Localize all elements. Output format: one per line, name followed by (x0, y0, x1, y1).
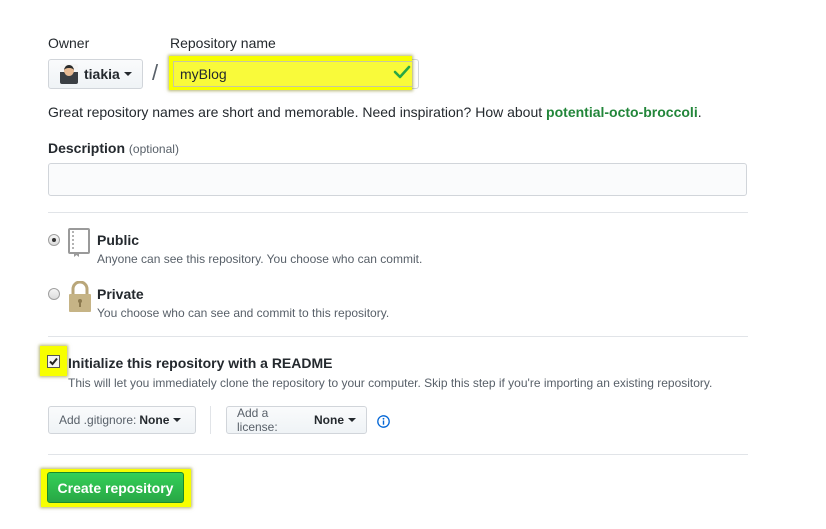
hint-text: Great repository names are short and mem… (48, 104, 547, 120)
readme-checkbox[interactable] (47, 355, 60, 368)
repository-name-hint: Great repository names are short and mem… (48, 104, 702, 120)
license-select[interactable]: Add a license: None (226, 406, 367, 434)
repository-name-label: Repository name (170, 35, 276, 51)
checkbox-check-icon (49, 357, 58, 366)
repository-name-input[interactable] (173, 61, 413, 87)
public-title: Public (97, 232, 140, 248)
lock-icon (69, 281, 91, 312)
divider (48, 336, 748, 337)
create-repository-button[interactable]: Create repository (47, 472, 184, 503)
gitignore-label: Add .gitignore: (59, 413, 137, 427)
private-title: Private (97, 286, 144, 302)
info-icon[interactable] (377, 415, 390, 428)
description-label-text: Description (48, 140, 126, 156)
avatar (60, 64, 78, 84)
divider (48, 454, 748, 455)
name-suggestion-link[interactable]: potential-octo-broccoli (546, 104, 698, 120)
gitignore-select[interactable]: Add .gitignore: None (48, 406, 196, 434)
public-radio[interactable] (48, 234, 60, 246)
private-description: You choose who can see and commit to thi… (97, 306, 390, 320)
chevron-down-icon (173, 418, 182, 422)
owner-label: Owner (48, 35, 90, 51)
repo-book-icon (68, 228, 90, 257)
description-input[interactable] (48, 163, 747, 196)
owner-select-button[interactable]: tiakia (48, 59, 143, 89)
chevron-down-icon (348, 418, 356, 422)
gitignore-value: None (139, 413, 170, 427)
license-label: Add a license: (237, 406, 278, 434)
readme-description: This will let you immediately clone the … (68, 376, 713, 390)
private-radio[interactable] (48, 288, 60, 300)
check-icon (393, 65, 411, 79)
readme-title: Initialize this repository with a README (68, 355, 333, 371)
select-separator (210, 406, 211, 434)
description-optional: (optional) (128, 142, 179, 156)
owner-name: tiakia (84, 66, 120, 82)
description-label: Description (optional) (48, 140, 179, 156)
owner-repo-separator: / (152, 60, 159, 85)
license-value: None (314, 413, 344, 427)
hint-end: . (697, 104, 702, 120)
divider (48, 212, 748, 213)
public-description: Anyone can see this repository. You choo… (97, 252, 423, 266)
chevron-down-icon (123, 72, 132, 76)
